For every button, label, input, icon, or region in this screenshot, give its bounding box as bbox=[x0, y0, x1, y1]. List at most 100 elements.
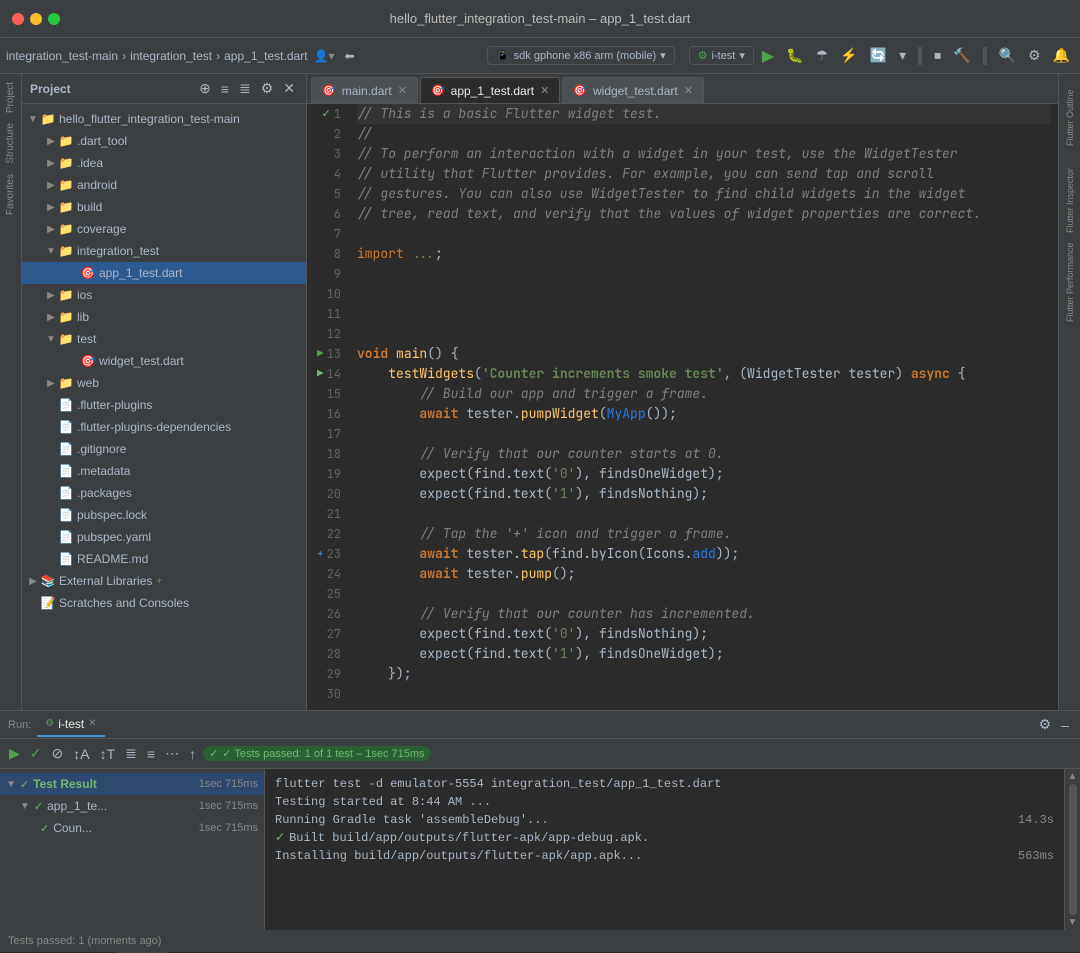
breadcrumb-file[interactable]: app_1_test.dart bbox=[224, 49, 307, 63]
project-tool-btn[interactable]: Project bbox=[3, 78, 18, 117]
add-library-btn[interactable]: + bbox=[156, 576, 162, 587]
tree-coverage[interactable]: ▶ 📁 coverage bbox=[22, 218, 306, 240]
tree-test[interactable]: ▼ 📁 test bbox=[22, 328, 306, 350]
tree-android[interactable]: ▶ 📁 android bbox=[22, 174, 306, 196]
sidebar-sync-btn[interactable]: ⊕ bbox=[196, 79, 214, 98]
tree-build[interactable]: ▶ 📁 build bbox=[22, 196, 306, 218]
minimize-button[interactable] bbox=[30, 13, 42, 25]
tree-web[interactable]: ▶ 📁 web bbox=[22, 372, 306, 394]
sidebar-settings-btn[interactable]: ⚙ bbox=[258, 79, 277, 98]
run-nav-tab[interactable]: ▶ Run bbox=[117, 931, 169, 953]
tree-external-libraries[interactable]: ▶ 📚 External Libraries + bbox=[22, 570, 306, 592]
sidebar-close-btn[interactable]: ✕ bbox=[280, 79, 298, 98]
test-result-counter[interactable]: ✓ Coun... 1sec 715ms bbox=[0, 817, 264, 839]
gutter-ok-1[interactable]: ✓ bbox=[322, 104, 331, 124]
tree-gitignore[interactable]: 📄 .gitignore bbox=[22, 438, 306, 460]
console-scrollbar[interactable]: ▲ ▼ bbox=[1064, 769, 1080, 930]
run-again-btn[interactable]: ▶ bbox=[6, 743, 23, 764]
structure-tool-btn[interactable]: Structure bbox=[3, 119, 18, 168]
run-button[interactable]: ▶ bbox=[758, 44, 778, 68]
stop-run-btn[interactable]: ⊘ bbox=[49, 743, 67, 764]
terminal-nav-tab[interactable]: ⬛ Terminal bbox=[299, 931, 377, 953]
event-log-btn[interactable]: Event Log bbox=[1022, 936, 1072, 948]
event-log-label[interactable]: Event Log bbox=[1022, 936, 1072, 948]
window-controls[interactable] bbox=[12, 13, 60, 25]
run-panel-settings[interactable]: ⚙ bbox=[1036, 714, 1055, 735]
readme-icon: 📄 bbox=[58, 552, 74, 566]
run-tab-itest[interactable]: ⚙ i-test ✕ bbox=[37, 713, 104, 737]
reload-button[interactable]: 🔄 bbox=[866, 45, 891, 66]
sidebar-more-btn[interactable]: ≣ bbox=[236, 79, 254, 98]
tree-root[interactable]: ▼ 📁 hello_flutter_integration_test-main bbox=[22, 108, 306, 130]
tree-dart-tool[interactable]: ▶ 📁 .dart_tool bbox=[22, 130, 306, 152]
collapse-all-btn[interactable]: ≡ bbox=[144, 744, 158, 764]
coverage-button[interactable]: ☂ bbox=[812, 45, 833, 66]
gutter-run-13[interactable]: ▶ bbox=[317, 344, 324, 364]
tree-app-1-test[interactable]: 🎯 app_1_test.dart bbox=[22, 262, 306, 284]
gutter-add-23[interactable]: + bbox=[317, 544, 324, 564]
test-result-root[interactable]: ▼ ✓ Test Result 1sec 715ms bbox=[0, 773, 264, 795]
settings-button[interactable]: ⚙ bbox=[1024, 45, 1045, 66]
tree-pubspec-yaml[interactable]: 📄 pubspec.yaml bbox=[22, 526, 306, 548]
tree-scratches[interactable]: 📝 Scratches and Consoles bbox=[22, 592, 306, 614]
flutter-inspector-btn[interactable]: Flutter Inspector bbox=[1060, 160, 1080, 240]
flutter-outline-btn[interactable]: Flutter Outline bbox=[1060, 78, 1080, 158]
tree-ios[interactable]: ▶ 📁 ios bbox=[22, 284, 306, 306]
tree-packages[interactable]: 📄 .packages bbox=[22, 482, 306, 504]
build-button[interactable]: 🔨 bbox=[949, 45, 974, 66]
debug-button[interactable]: 🐛 bbox=[782, 45, 807, 66]
more-run-button[interactable]: ▾ bbox=[895, 45, 910, 66]
tab-app-1-test[interactable]: 🎯 app_1_test.dart ✕ bbox=[420, 77, 560, 103]
dart-analysis-nav-tab[interactable]: 🎯 Dart Analysis bbox=[432, 931, 533, 953]
expand-all-btn[interactable]: ≣ bbox=[122, 743, 140, 764]
stop-button[interactable]: ⏹ bbox=[930, 45, 945, 66]
tree-flutter-plugins[interactable]: 📄 .flutter-plugins bbox=[22, 394, 306, 416]
close-widget-test[interactable]: ✕ bbox=[684, 84, 693, 97]
sort-duration-btn[interactable]: ↕T bbox=[97, 744, 119, 764]
item-idea: .idea bbox=[77, 156, 103, 170]
console-output[interactable]: flutter test -d emulator-5554 integratio… bbox=[265, 769, 1064, 930]
run-config-selector[interactable]: ⚙ i-test ▾ bbox=[689, 46, 754, 65]
test-result-app1[interactable]: ▼ ✓ app_1_te... 1sec 715ms bbox=[0, 795, 264, 817]
tests-passed-status[interactable]: ✓ Tests passed: 1 bbox=[8, 933, 109, 950]
tree-idea[interactable]: ▶ 📁 .idea bbox=[22, 152, 306, 174]
tree-readme[interactable]: 📄 README.md bbox=[22, 548, 306, 570]
person-icon[interactable]: 👤▾ bbox=[314, 49, 335, 63]
tab-widget-test[interactable]: 🎯 widget_test.dart ✕ bbox=[562, 77, 704, 103]
tree-integration-test[interactable]: ▼ 📁 integration_test bbox=[22, 240, 306, 262]
breadcrumb-folder[interactable]: integration_test bbox=[130, 49, 212, 63]
favorites-tool-btn[interactable]: Favorites bbox=[3, 170, 18, 219]
profiler-nav-tab[interactable]: Profiler bbox=[377, 931, 432, 953]
tree-metadata[interactable]: 📄 .metadata bbox=[22, 460, 306, 482]
close-button[interactable] bbox=[12, 13, 24, 25]
problems-nav-tab[interactable]: ⚠ Problems bbox=[220, 931, 299, 953]
code-editor[interactable]: ✓1 2 3 4 5 6 7 8 9 10 11 12 ▶13 ▶14 15 1… bbox=[307, 104, 1058, 710]
gutter-ok-14[interactable]: ▶ bbox=[317, 364, 324, 384]
tab-main-dart[interactable]: 🎯 main.dart ✕ bbox=[311, 77, 418, 103]
flutter-performance-btn[interactable]: Flutter Performance bbox=[1060, 242, 1080, 322]
updates-button[interactable]: 🔔 bbox=[1049, 45, 1074, 66]
close-app-1-test[interactable]: ✕ bbox=[540, 84, 549, 97]
breadcrumb-project[interactable]: integration_test-main bbox=[6, 49, 118, 63]
line-7 bbox=[357, 224, 1050, 244]
vcs-button[interactable]: ⬅ bbox=[341, 47, 359, 65]
close-itest-tab[interactable]: ✕ bbox=[88, 718, 96, 729]
tree-pubspec-lock[interactable]: 📄 pubspec.lock bbox=[22, 504, 306, 526]
device-selector[interactable]: 📱 sdk gphone x86 arm (mobile) ▾ bbox=[487, 46, 675, 65]
close-main-dart[interactable]: ✕ bbox=[398, 84, 407, 97]
scroll-up-btn[interactable]: ▲ bbox=[1068, 771, 1078, 782]
maximize-button[interactable] bbox=[48, 13, 60, 25]
tree-flutter-plugins-dep[interactable]: 📄 .flutter-plugins-dependencies bbox=[22, 416, 306, 438]
search-button[interactable]: 🔍 bbox=[995, 45, 1020, 66]
sort-alpha-btn[interactable]: ↕A bbox=[70, 744, 92, 764]
tree-lib[interactable]: ▶ 📁 lib bbox=[22, 306, 306, 328]
run-with-profiler-button[interactable]: ⚡ bbox=[836, 45, 861, 66]
prev-fail-btn[interactable]: ↑ bbox=[186, 744, 199, 764]
tree-widget-test[interactable]: 🎯 widget_test.dart bbox=[22, 350, 306, 372]
todo-nav-tab[interactable]: TODO bbox=[168, 931, 220, 953]
test-check-btn[interactable]: ✓ bbox=[27, 743, 45, 764]
run-panel-close[interactable]: – bbox=[1058, 714, 1072, 735]
scroll-down-btn[interactable]: ▼ bbox=[1068, 917, 1078, 928]
sidebar-collapse-btn[interactable]: ≡ bbox=[218, 79, 232, 98]
filter-btn[interactable]: ⋯ bbox=[162, 743, 182, 764]
